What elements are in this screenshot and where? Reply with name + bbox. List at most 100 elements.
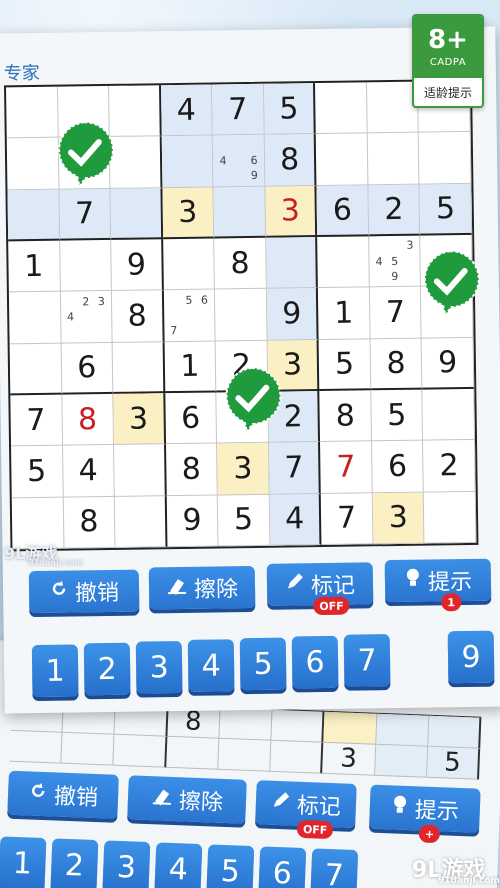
grid-cell[interactable]: 3: [372, 492, 425, 545]
grid-cell[interactable]: 5: [11, 445, 64, 498]
grid-cell[interactable]: 4 6 9: [212, 135, 266, 188]
grid-cell[interactable]: 9: [166, 495, 219, 548]
grid-cell[interactable]: [59, 239, 112, 292]
numkey-7[interactable]: 7: [343, 634, 391, 687]
grid-cell[interactable]: [6, 86, 59, 139]
numkey-3[interactable]: 3: [135, 640, 183, 694]
grid-cell[interactable]: 8: [214, 237, 267, 290]
grid-cell[interactable]: 6: [371, 440, 425, 493]
grid-cell[interactable]: 5: [318, 338, 372, 392]
grid-cell[interactable]: [110, 187, 163, 240]
grid-cell[interactable]: 1: [8, 240, 61, 293]
grid-cell[interactable]: 7: [212, 83, 265, 136]
grid-cell[interactable]: 4: [269, 493, 322, 546]
numkey-1[interactable]: 1: [31, 644, 79, 698]
grid-cell[interactable]: 6: [316, 184, 370, 238]
grid-cell[interactable]: 8: [264, 134, 317, 187]
grid-cell[interactable]: [424, 491, 477, 544]
back-numkey[interactable]: 7: [310, 848, 359, 888]
back-numkey[interactable]: 6: [258, 846, 307, 888]
grid-cell[interactable]: [161, 135, 214, 188]
grid-cell[interactable]: 2: [423, 440, 476, 493]
grid-cell[interactable]: [6, 137, 60, 191]
grid-cell[interactable]: [112, 341, 165, 394]
back-cell[interactable]: [375, 713, 430, 747]
back-numkey[interactable]: 1: [0, 836, 47, 888]
grid-cell[interactable]: 56 7: [163, 289, 216, 342]
back-cell[interactable]: 5: [426, 746, 481, 780]
grid-cell[interactable]: [315, 82, 368, 135]
back-cell[interactable]: 3: [322, 742, 376, 776]
back-cell[interactable]: [61, 732, 115, 766]
grid-cell[interactable]: 8: [165, 443, 218, 496]
grid-cell[interactable]: 7: [369, 286, 423, 339]
grid-cell[interactable]: [162, 238, 216, 291]
grid-cell[interactable]: 4: [62, 445, 115, 498]
grid-cell[interactable]: 2: [368, 184, 421, 237]
back-cell[interactable]: [113, 734, 168, 768]
grid-cell[interactable]: [109, 85, 162, 138]
grid-cell[interactable]: [109, 136, 163, 189]
grid-cell[interactable]: 9: [111, 239, 164, 292]
back-numkey[interactable]: 4: [154, 842, 203, 888]
grid-cell[interactable]: [215, 289, 268, 342]
numkey-6[interactable]: 6: [291, 635, 339, 689]
grid-cell[interactable]: 8: [61, 393, 115, 446]
grid-cell[interactable]: [9, 343, 62, 396]
back-cell[interactable]: [218, 738, 272, 772]
grid-cell[interactable]: [7, 189, 60, 242]
grid-cell[interactable]: [213, 186, 266, 239]
back-cell[interactable]: [427, 715, 482, 749]
grid-cell[interactable]: 3: [265, 185, 318, 238]
grid-cell[interactable]: 3: [162, 187, 215, 240]
grid-cell[interactable]: [114, 444, 167, 497]
grid-cell[interactable]: 4: [160, 84, 213, 137]
grid-cell[interactable]: [8, 291, 62, 345]
back-erase-button[interactable]: 擦除: [127, 775, 247, 824]
grid-cell[interactable]: 1: [318, 287, 371, 340]
back-numkey[interactable]: 2: [50, 838, 99, 888]
numkey-2[interactable]: 2: [83, 642, 131, 696]
grid-cell[interactable]: 7: [59, 188, 112, 241]
grid-cell[interactable]: [419, 132, 472, 185]
grid-cell[interactable]: 7: [321, 492, 374, 545]
grid-cell[interactable]: 7: [320, 441, 373, 494]
back-cell[interactable]: [219, 707, 273, 741]
grid-cell[interactable]: 1: [164, 341, 217, 394]
grid-cell[interactable]: [367, 132, 420, 185]
grid-cell[interactable]: [114, 495, 168, 548]
grid-cell[interactable]: 9: [266, 288, 319, 341]
back-cell[interactable]: [9, 730, 63, 764]
grid-cell[interactable]: 8: [370, 338, 423, 391]
grid-cell[interactable]: 23 4: [60, 291, 113, 344]
back-cell[interactable]: [165, 736, 220, 770]
grid-cell[interactable]: 5: [371, 389, 424, 442]
grid-cell[interactable]: 5: [263, 83, 317, 136]
back-numkey[interactable]: 5: [206, 844, 255, 888]
grid-cell[interactable]: 7: [268, 442, 322, 495]
grid-cell[interactable]: 7: [10, 394, 63, 447]
erase-button[interactable]: 擦除: [148, 565, 256, 610]
grid-cell[interactable]: 5: [217, 494, 271, 547]
back-cell[interactable]: [323, 711, 377, 745]
grid-cell[interactable]: 6: [164, 392, 218, 445]
numkey-4[interactable]: 4: [187, 639, 235, 692]
grid-cell[interactable]: 3: [113, 393, 166, 446]
grid-cell[interactable]: 6: [61, 342, 114, 395]
grid-cell[interactable]: [317, 236, 370, 289]
back-cell[interactable]: [270, 740, 324, 774]
grid-cell[interactable]: 3 45 9: [369, 235, 422, 288]
back-undo-button[interactable]: 撤销: [7, 770, 119, 819]
numkey-5[interactable]: 5: [239, 637, 287, 691]
back-cell[interactable]: [374, 744, 428, 778]
grid-cell[interactable]: [265, 237, 319, 290]
back-numkey[interactable]: 3: [102, 840, 151, 888]
grid-cell[interactable]: [316, 133, 369, 186]
grid-cell[interactable]: 3: [217, 443, 270, 496]
numkey-9[interactable]: 9: [447, 630, 495, 684]
back-cell[interactable]: [271, 709, 325, 743]
grid-cell[interactable]: [422, 388, 476, 441]
grid-cell[interactable]: 8: [319, 390, 372, 443]
hint-button[interactable]: 提示: [384, 558, 492, 603]
grid-cell[interactable]: 5: [419, 183, 473, 236]
